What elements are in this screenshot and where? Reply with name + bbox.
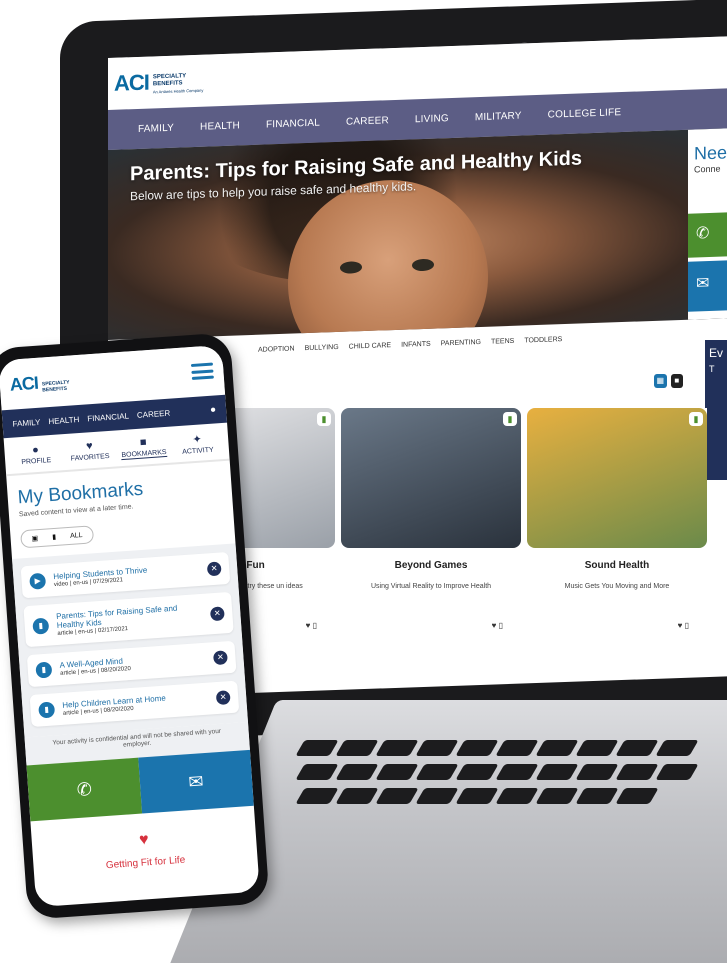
tab-profile[interactable]: ● PROFILE xyxy=(12,443,59,468)
aci-logo[interactable]: ACI SPECIALTY BENEFITS xyxy=(9,370,70,395)
promo-scene: ACI SPECIALTY BENEFITS An Antares Health… xyxy=(0,0,727,963)
phone-screen: ACI SPECIALTY BENEFITS FAMILY HEALTH FIN… xyxy=(0,344,260,908)
nav-family[interactable]: FAMILY xyxy=(138,122,174,134)
card-title: Sound Health xyxy=(584,560,650,571)
topic-teens[interactable]: TEENS xyxy=(491,338,514,346)
topic-infants[interactable]: INFANTS xyxy=(401,341,431,349)
bookmark-list: ▶ Helping Students to Thrive video | en-… xyxy=(12,543,248,738)
list-item[interactable]: ▮ Parents: Tips for Raising Safe and Hea… xyxy=(23,591,234,648)
list-item[interactable]: ▮ Help Children Learn at Home article | … xyxy=(29,680,240,728)
bookmark-icon: ■ xyxy=(139,436,147,449)
nav-career[interactable]: CAREER xyxy=(137,408,171,419)
card-actions[interactable]: ♥ ▯ xyxy=(306,621,317,630)
hero-banner: Parents: Tips for Raising Safe and Healt… xyxy=(108,127,727,340)
filter-all[interactable]: ALL xyxy=(70,532,83,540)
list-item[interactable]: ▮ A Well-Aged Mind article | en-us | 08/… xyxy=(26,640,237,688)
profile-icon: ● xyxy=(31,443,40,457)
nav-college-life[interactable]: COLLEGE LIFE xyxy=(548,107,622,121)
content-type-filter: ▣ ▮ ALL xyxy=(20,525,95,549)
topic-bullying[interactable]: BULLYING xyxy=(305,344,339,352)
activity-icon: ✦ xyxy=(192,433,203,447)
topic-child-care[interactable]: CHILD CARE xyxy=(349,342,391,350)
help-subtitle: Conne xyxy=(694,163,721,175)
chat-icon: ✉ xyxy=(187,770,205,792)
content-card[interactable]: ▮ Sound Health Music Gets You Moving and… xyxy=(527,408,707,648)
card-description: Using Virtual Reality to Improve Health xyxy=(370,583,492,590)
help-title: Nee xyxy=(694,142,727,164)
chat-button[interactable]: ✉ xyxy=(138,749,254,814)
globe-icon[interactable]: ● xyxy=(210,404,217,415)
chat-icon[interactable]: ✉ xyxy=(688,259,727,312)
aci-logo[interactable]: ACI SPECIALTY BENEFITS An Antares Health… xyxy=(114,68,203,97)
hamburger-menu-icon[interactable] xyxy=(190,362,214,381)
card-actions[interactable]: ♥ ▯ xyxy=(678,621,689,630)
tab-favorites[interactable]: ♥ FAVORITES xyxy=(66,439,113,464)
phone-icon: ✆ xyxy=(76,778,93,800)
view-toggle: ▦ ■ xyxy=(654,374,683,388)
article-icon: ▮ xyxy=(32,617,50,635)
tab-activity[interactable]: ✦ ACTIVITY xyxy=(174,431,221,456)
content-card[interactable]: ▮ Beyond Games Using Virtual Reality to … xyxy=(341,408,521,648)
nav-health[interactable]: HEALTH xyxy=(48,414,80,425)
nav-health[interactable]: HEALTH xyxy=(200,120,240,132)
remove-bookmark-icon[interactable]: ✕ xyxy=(209,605,225,621)
article-icon: ▮ xyxy=(38,701,56,719)
remove-bookmark-icon[interactable]: ✕ xyxy=(206,561,222,577)
card-image xyxy=(341,408,521,548)
nav-family[interactable]: FAMILY xyxy=(12,417,40,428)
article-filter-icon[interactable]: ▮ xyxy=(52,533,56,541)
phone-icon[interactable]: ✆ xyxy=(688,211,727,258)
document-icon: ▮ xyxy=(317,412,331,426)
nav-military[interactable]: MILITARY xyxy=(475,110,522,123)
call-button[interactable]: ✆ xyxy=(26,757,143,822)
help-panel: Nee Conne ✆ ✉ xyxy=(688,127,727,320)
heart-icon: ♥ xyxy=(85,440,94,453)
nav-financial[interactable]: FINANCIAL xyxy=(266,117,320,130)
nav-living[interactable]: LIVING xyxy=(415,113,449,125)
remove-bookmark-icon[interactable]: ✕ xyxy=(212,650,228,666)
grid-view-icon[interactable]: ▦ xyxy=(654,374,667,388)
topic-parenting[interactable]: PARENTING xyxy=(441,339,481,347)
list-item[interactable]: ▶ Helping Students to Thrive video | en-… xyxy=(20,551,231,599)
card-description: Music Gets You Moving and More xyxy=(564,583,670,590)
nav-financial[interactable]: FINANCIAL xyxy=(87,411,129,423)
video-icon: ▶ xyxy=(29,572,47,590)
topic-toddlers[interactable]: TODDLERS xyxy=(524,336,562,344)
tab-bookmarks[interactable]: ■ BOOKMARKS xyxy=(120,435,168,461)
nav-career[interactable]: CAREER xyxy=(346,115,389,127)
video-filter-icon[interactable]: ▣ xyxy=(31,534,38,542)
card-actions[interactable]: ♥ ▯ xyxy=(492,621,503,630)
phone-frame: ACI SPECIALTY BENEFITS FAMILY HEALTH FIN… xyxy=(0,332,270,920)
list-view-icon[interactable]: ■ xyxy=(670,374,683,388)
card-image xyxy=(527,408,707,548)
document-icon: ▮ xyxy=(503,412,517,426)
card-title: Beyond Games xyxy=(394,560,468,571)
remove-bookmark-icon[interactable]: ✕ xyxy=(215,690,231,706)
events-tab[interactable]: Ev T xyxy=(705,340,727,480)
article-icon: ▮ xyxy=(35,661,53,679)
topic-adoption[interactable]: ADOPTION xyxy=(258,345,295,353)
laptop-keyboard xyxy=(295,740,727,860)
document-icon: ▮ xyxy=(689,412,703,426)
